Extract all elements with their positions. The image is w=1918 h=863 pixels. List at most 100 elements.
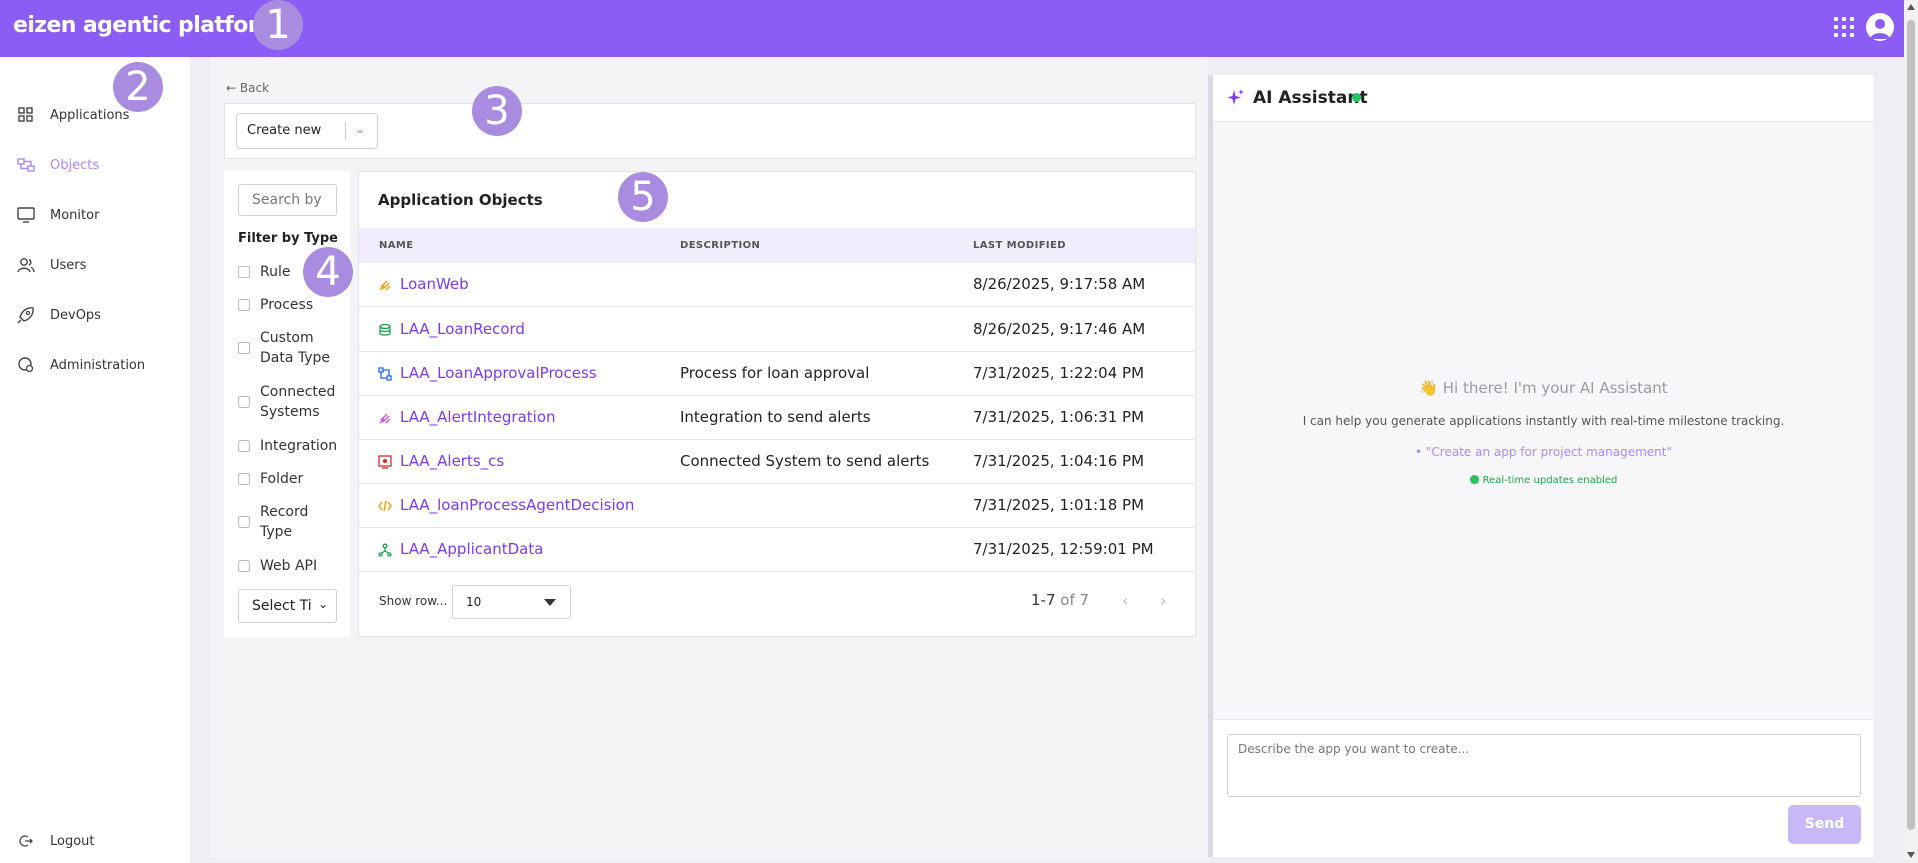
object-name-link[interactable]: LAA_AlertIntegration [400,408,556,426]
create-new-label: Create new [247,123,322,138]
user-avatar[interactable] [1866,13,1894,41]
filter-option-record-type[interactable]: Record Type [238,502,318,542]
sidebar-item-administration[interactable]: Administration [16,352,145,378]
app-launcher-icon[interactable] [1834,17,1854,37]
filter-option-label: Process [260,297,314,313]
sidebar-item-label: DevOps [50,307,101,323]
column-header-description[interactable]: DESCRIPTION [680,240,760,251]
rows-per-page-value: 10 [466,595,482,609]
object-description: Process for loan approval [680,364,870,382]
object-last-modified: 7/31/2025, 1:06:31 PM [973,408,1145,426]
send-button[interactable]: Send [1788,805,1861,844]
admin-icon [18,357,34,373]
create-new-button[interactable]: Create new ⌄ [236,113,378,149]
range-total: of 7 [1060,591,1090,609]
select-time-dropdown[interactable]: Select Ti ⌄ [238,589,337,623]
column-header-last-modified[interactable]: LAST MODIFIED [973,240,1066,251]
sidebar-item-users[interactable]: Users [16,252,86,278]
scroll-up-icon[interactable] [1907,4,1915,10]
sidebar-item-label: Users [50,257,87,273]
filter-option-label: Record Type [260,504,309,540]
annotation-badge-5: 5 [618,172,668,222]
sidebar-item-applications[interactable]: Applications [16,102,129,128]
object-description: Connected System to send alerts [680,452,930,470]
chevron-right-icon[interactable]: › [1160,591,1166,610]
scrollbar-thumb[interactable] [1907,20,1915,830]
sidebar-item-label: Objects [50,157,100,173]
filter-title: Filter by Type [238,231,338,246]
checkbox[interactable] [238,266,250,278]
rows-per-page-select[interactable]: 10 [452,585,571,619]
checkbox[interactable] [238,299,250,311]
sidebar-item-monitor[interactable]: Monitor [16,202,99,228]
chevron-down-icon: ⌄ [317,597,328,611]
table-row[interactable]: LAA_LoanApprovalProcess Process for loan… [359,352,1195,396]
filter-option-process[interactable]: Process [238,295,313,315]
web-icon [379,280,391,291]
sidebar-item-objects[interactable]: Objects [16,152,99,178]
rows-per-page-label: Show row... [379,594,448,608]
object-last-modified: 8/26/2025, 9:17:46 AM [973,320,1146,338]
table-row[interactable]: LoanWeb 8/26/2025, 9:17:58 AM [359,263,1195,307]
ai-assistant-title: AI Assistant [1253,88,1368,108]
filter-option-custom-data-type[interactable]: Custom Data Type [238,328,338,368]
ai-example-prompt[interactable]: • "Create an app for project management" [1213,445,1874,459]
sidebar-item-devops[interactable]: DevOps [16,302,101,328]
ai-greeting: 👋 Hi there! I'm your AI Assistant [1419,379,1668,397]
back-link[interactable]: ← Back [226,81,269,95]
filter-option-rule[interactable]: Rule [238,262,290,282]
sidebar-item-label: Administration [50,357,146,373]
object-name-link[interactable]: LAA_Alerts_cs [400,452,504,470]
filter-option-label: Rule [260,264,291,280]
process-icon [378,367,392,381]
filter-option-folder[interactable]: Folder [238,469,303,489]
object-last-modified: 7/31/2025, 12:59:01 PM [973,540,1154,558]
filter-option-web-api[interactable]: Web API [238,556,317,576]
realtime-status: Real-time updates enabled [1213,475,1874,486]
annotation-badge-1: 1 [253,0,303,50]
checkbox[interactable] [238,473,250,485]
logout-icon [19,835,33,847]
checkbox[interactable] [238,440,250,452]
brand-logo[interactable]: eizen agentic platform [13,13,281,38]
search-input[interactable]: Search by [238,184,337,216]
object-name-link[interactable]: LAA_LoanRecord [400,320,525,338]
ai-prompt-input[interactable] [1227,734,1861,797]
filter-option-connected-systems[interactable]: Connected Systems [238,382,338,422]
table-row[interactable]: LAA_ApplicantData 7/31/2025, 12:59:01 PM [359,528,1195,572]
checkbox[interactable] [238,560,250,572]
monitor-icon [17,207,35,223]
sparkle-icon [1227,89,1244,105]
sidebar: Applications Objects Monitor Users DevOp… [0,57,190,863]
select-time-label: Select Ti [252,598,312,614]
table-row[interactable]: LAA_Alerts_cs Connected System to send a… [359,440,1195,484]
annotation-badge-4: 4 [303,247,353,297]
column-header-name[interactable]: NAME [379,240,414,251]
object-last-modified: 7/31/2025, 1:22:04 PM [973,364,1145,382]
object-name-link[interactable]: LAA_ApplicantData [400,540,543,558]
table-row[interactable]: LAA_LoanRecord 8/26/2025, 9:17:46 AM [359,308,1195,352]
object-name-link[interactable]: LAA_loanProcessAgentDecision [400,496,634,514]
back-label: Back [239,81,270,95]
logout-button[interactable]: Logout [16,828,95,854]
checkbox[interactable] [238,396,250,408]
scroll-down-icon[interactable] [1907,852,1915,858]
filter-option-label: Web API [260,558,318,574]
filter-option-label: Folder [260,471,304,487]
filter-option-integration[interactable]: Integration [238,436,337,456]
table-row[interactable]: LAA_AlertIntegration Integration to send… [359,396,1195,440]
checkbox[interactable] [238,516,250,528]
grid-icon [18,107,33,122]
caret-down-icon [544,599,556,606]
object-name-link[interactable]: LAA_LoanApprovalProcess [400,364,597,382]
status-dot-icon [1469,475,1479,484]
realtime-label: Real-time updates enabled [1482,475,1618,486]
object-name-link[interactable]: LoanWeb [400,275,469,293]
table-row[interactable]: LAA_loanProcessAgentDecision 7/31/2025, … [359,484,1195,528]
object-last-modified: 7/31/2025, 1:04:16 PM [973,452,1145,470]
chevron-down-icon[interactable]: ⌄ [355,122,365,136]
checkbox[interactable] [238,342,250,354]
annotation-badge-3: 3 [472,86,522,136]
page-scrollbar[interactable] [1904,0,1918,863]
chevron-left-icon[interactable]: ‹ [1122,591,1128,610]
